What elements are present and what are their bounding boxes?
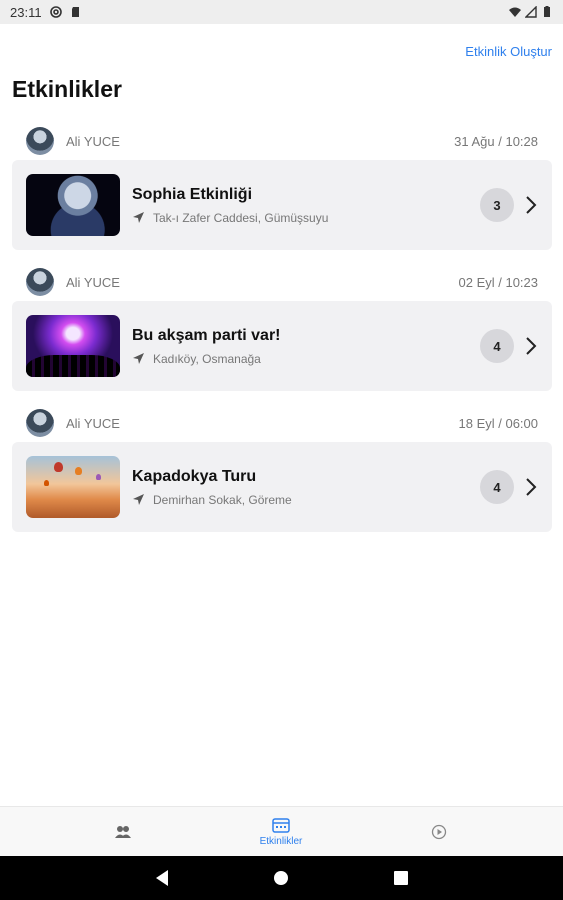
back-icon [156, 870, 168, 886]
calendar-icon [272, 818, 290, 833]
sd-card-icon [71, 7, 79, 17]
location-arrow-icon [133, 212, 144, 223]
status-left: 23:11 [10, 5, 82, 20]
avatar[interactable] [26, 409, 54, 437]
recents-button[interactable] [391, 868, 411, 888]
status-right [509, 6, 553, 18]
event-item: Ali YUCE 31 Ağu / 10:28 Sophia Etkinliği… [12, 122, 552, 263]
event-card[interactable]: Sophia Etkinliği Tak-ı Zafer Caddesi, Gü… [12, 160, 552, 250]
tab-play[interactable] [379, 807, 499, 857]
event-card[interactable]: Kapadokya Turu Demirhan Sokak, Göreme 4 [12, 442, 552, 532]
battery-icon [544, 6, 550, 17]
wifi-icon [509, 7, 521, 17]
system-nav-bar [0, 856, 563, 900]
event-item: Ali YUCE 02 Eyl / 10:23 Bu akşam parti v… [12, 263, 552, 404]
chevron-right-icon [526, 337, 537, 355]
back-button[interactable] [152, 868, 172, 888]
tab-events-label: Etkinlikler [259, 836, 303, 847]
home-button[interactable] [271, 868, 291, 888]
participant-count-badge: 3 [480, 188, 514, 222]
event-date: 18 Eyl / 06:00 [458, 415, 539, 431]
at-sign-icon [49, 6, 62, 18]
event-date: 31 Ağu / 10:28 [454, 133, 538, 149]
event-info: Sophia Etkinliği Tak-ı Zafer Caddesi, Gü… [132, 186, 480, 225]
create-event-button[interactable]: Etkinlik Oluştur [465, 44, 552, 59]
event-location: Tak-ı Zafer Caddesi, Gümüşsuyu [132, 211, 480, 225]
play-circle-icon [431, 824, 447, 840]
location-arrow-icon [133, 494, 144, 505]
event-thumbnail [26, 456, 120, 518]
event-header: Ali YUCE 02 Eyl / 10:23 [12, 263, 552, 301]
event-info: Bu akşam parti var! Kadıköy, Osmanağa [132, 327, 480, 366]
home-icon [274, 871, 288, 885]
event-location-text: Kadıköy, Osmanağa [153, 351, 261, 366]
location-arrow-icon [133, 353, 144, 364]
event-location-text: Demirhan Sokak, Göreme [153, 492, 292, 507]
event-author: Ali YUCE [66, 133, 120, 149]
tab-people[interactable] [63, 807, 183, 857]
event-thumbnail [26, 174, 120, 236]
people-icon [115, 826, 131, 838]
event-list: Ali YUCE 31 Ağu / 10:28 Sophia Etkinliği… [12, 122, 552, 545]
event-item: Ali YUCE 18 Eyl / 06:00 Kapadokya Turu D… [12, 404, 552, 545]
event-title: Kapadokya Turu [132, 467, 257, 485]
status-bar: 23:11 [0, 0, 563, 24]
status-time: 23:11 [10, 4, 42, 20]
event-title: Bu akşam parti var! [132, 326, 281, 344]
signal-icon [525, 6, 537, 18]
page-title: Etkinlikler [12, 76, 122, 102]
participant-count-badge: 4 [480, 470, 514, 504]
event-title: Sophia Etkinliği [132, 185, 253, 203]
chevron-right-icon [526, 196, 537, 214]
tab-bar: Etkinlikler [0, 806, 563, 856]
event-location: Kadıköy, Osmanağa [132, 352, 480, 366]
event-thumbnail [26, 315, 120, 377]
event-author: Ali YUCE [66, 274, 120, 290]
event-author: Ali YUCE [66, 415, 120, 431]
participant-count-badge: 4 [480, 329, 514, 363]
event-info: Kapadokya Turu Demirhan Sokak, Göreme [132, 468, 480, 507]
recents-icon [394, 871, 408, 885]
event-header: Ali YUCE 31 Ağu / 10:28 [12, 122, 552, 160]
tab-events[interactable]: Etkinlikler [221, 807, 341, 857]
event-location-text: Tak-ı Zafer Caddesi, Gümüşsuyu [153, 210, 329, 225]
event-date: 02 Eyl / 10:23 [458, 274, 539, 290]
chevron-right-icon [526, 478, 537, 496]
event-card[interactable]: Bu akşam parti var! Kadıköy, Osmanağa 4 [12, 301, 552, 391]
event-location: Demirhan Sokak, Göreme [132, 493, 480, 507]
avatar[interactable] [26, 268, 54, 296]
avatar[interactable] [26, 127, 54, 155]
event-header: Ali YUCE 18 Eyl / 06:00 [12, 404, 552, 442]
